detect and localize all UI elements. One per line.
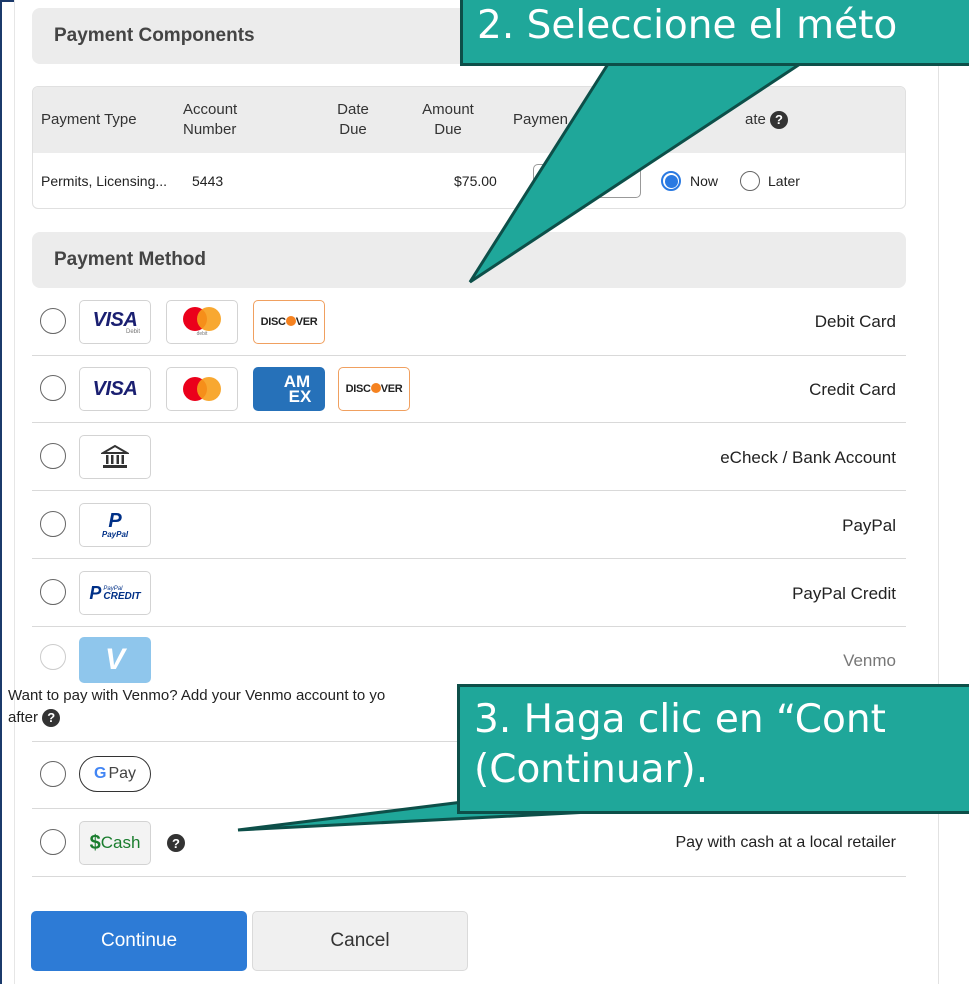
callout-step2-text: 2. Seleccione el méto	[477, 3, 898, 48]
callout-step2: 2. Seleccione el méto	[460, 0, 969, 66]
callout-step3-line1: 3. Haga clic en “Cont	[474, 697, 886, 742]
callout-step3: 3. Haga clic en “Cont (Continuar).	[457, 684, 969, 814]
callout-step2-pointer	[468, 62, 805, 284]
callout-pointers	[237, 62, 805, 832]
callout-step3-line2: (Continuar).	[474, 747, 709, 792]
